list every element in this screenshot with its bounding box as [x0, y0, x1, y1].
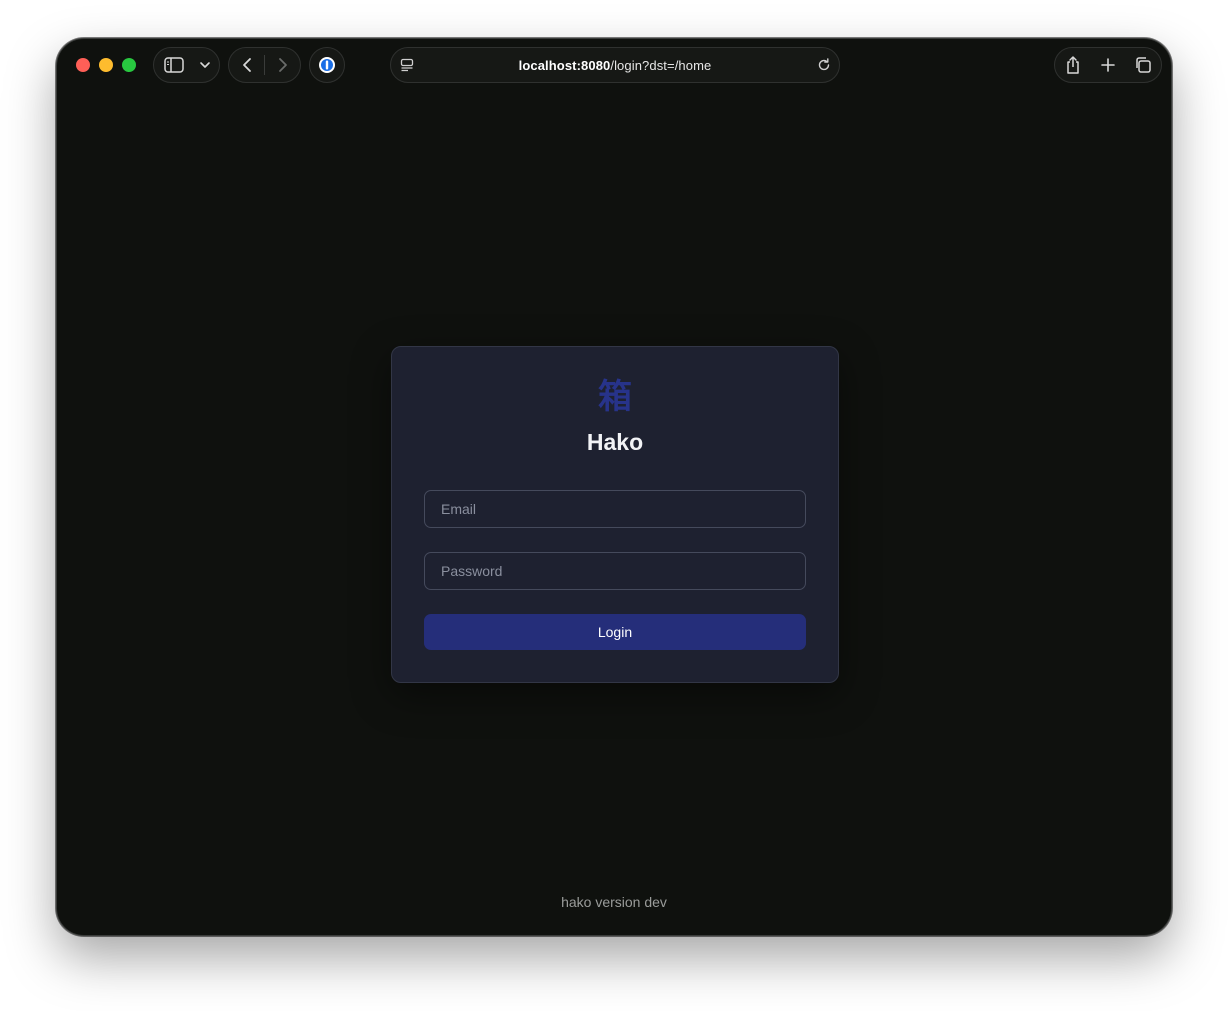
chevron-down-icon[interactable]	[194, 48, 216, 82]
url-text: localhost:8080/login?dst=/home	[391, 48, 839, 82]
window-actions-group	[1054, 47, 1162, 83]
tabs-overview-icon[interactable]	[1126, 48, 1161, 82]
hako-logo: 箱	[598, 377, 632, 417]
app-title: Hako	[586, 429, 644, 455]
url-host: localhost:8080	[518, 57, 611, 73]
close-window-button[interactable]	[76, 58, 90, 72]
forward-icon[interactable]	[265, 48, 300, 82]
address-bar[interactable]: localhost:8080/login?dst=/home	[390, 47, 840, 83]
reload-icon[interactable]	[815, 48, 833, 82]
minimize-window-button[interactable]	[99, 58, 113, 72]
zoom-window-button[interactable]	[122, 58, 136, 72]
back-icon[interactable]	[229, 48, 264, 82]
share-icon[interactable]	[1055, 48, 1090, 82]
url-path: /login?dst=/home	[610, 57, 712, 73]
login-card: 箱 Hako Login	[391, 346, 839, 683]
version-footer: hako version dev	[561, 894, 667, 910]
sidebar-icon[interactable]	[154, 48, 194, 82]
plus-icon[interactable]	[1090, 48, 1125, 82]
sidebar-toggle-group	[153, 47, 220, 83]
browser-window: localhost:8080/login?dst=/home 箱 Hako Lo…	[56, 38, 1172, 936]
login-button[interactable]: Login	[424, 614, 806, 650]
password-field[interactable]	[424, 552, 806, 590]
password-manager-icon[interactable]	[309, 47, 345, 83]
email-field[interactable]	[424, 490, 806, 528]
navigation-group	[228, 47, 301, 83]
